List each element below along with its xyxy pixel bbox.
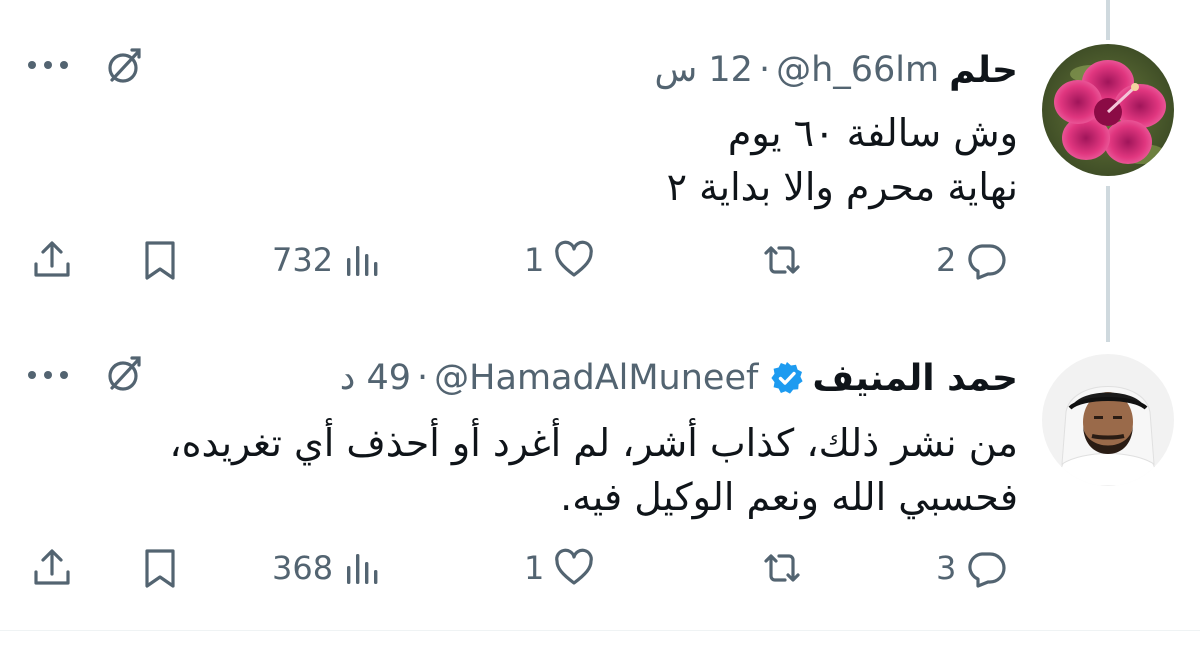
tweet-text-line: من نشر ذلك، كذاب أشر، لم أغرد أو أحذف أي… (169, 421, 1018, 465)
reply-icon (968, 552, 1006, 588)
more-icon[interactable] (28, 368, 76, 382)
bookmark-button[interactable] (138, 538, 182, 598)
tweet[interactable]: حلم @h_66lm · 12 س وش سالفة ٦٠ يوم نهاية… (0, 0, 1200, 320)
tweet-text-line: وش سالفة ٦٠ يوم (727, 111, 1018, 155)
author-name[interactable]: حمد المنيف (812, 358, 1018, 399)
views-count: 732 (272, 241, 334, 279)
views-button[interactable]: 732 (272, 230, 385, 290)
action-bar: 2 1 732 (0, 230, 1200, 290)
tweet-text: من نشر ذلك، كذاب أشر، لم أغرد أو أحذف أي… (38, 416, 1018, 524)
share-button[interactable] (30, 538, 74, 598)
bookmark-icon (145, 549, 175, 588)
tweet-header: حلم @h_66lm · 12 س (655, 42, 1018, 98)
repost-icon (764, 246, 800, 274)
tweet-time[interactable]: 12 س (655, 50, 753, 90)
verified-badge-icon (770, 361, 804, 395)
share-button[interactable] (30, 230, 74, 290)
like-count: 1 (524, 241, 545, 279)
avatar[interactable] (1042, 44, 1174, 176)
tweet-text: وش سالفة ٦٠ يوم نهاية محرم والا بداية ٢ (38, 106, 1018, 214)
reply-count: 2 (936, 241, 957, 279)
like-count: 1 (524, 549, 545, 587)
like-button[interactable]: 1 (524, 538, 596, 598)
separator-dot: · (758, 50, 771, 90)
reply-icon (968, 244, 1006, 280)
share-icon (34, 241, 70, 277)
like-button[interactable]: 1 (524, 230, 596, 290)
grok-icon[interactable] (102, 44, 146, 88)
like-icon (555, 548, 594, 585)
bookmark-button[interactable] (138, 230, 182, 290)
action-bar: 3 1 368 (0, 538, 1200, 598)
views-count: 368 (272, 549, 334, 587)
share-icon (34, 549, 70, 585)
reply-button[interactable]: 3 (936, 538, 1008, 598)
author-name[interactable]: حلم (949, 50, 1018, 91)
like-icon (555, 240, 594, 277)
avatar[interactable] (1042, 354, 1174, 486)
author-handle[interactable]: @h_66lm (776, 50, 939, 90)
tweet-header: حمد المنيف @HamadAlMuneef · 49 د (340, 350, 1018, 406)
repost-button[interactable] (760, 538, 812, 598)
reply-count: 3 (936, 549, 957, 587)
views-icon (347, 554, 378, 584)
tweet-text-line: فحسبي الله ونعم الوكيل فيه. (560, 475, 1018, 519)
more-icon[interactable] (28, 58, 76, 72)
author-handle[interactable]: @HamadAlMuneef (434, 358, 758, 398)
tweet-text-line: نهاية محرم والا بداية ٢ (666, 165, 1018, 209)
repost-icon (764, 554, 800, 582)
divider (0, 630, 1200, 631)
tweet[interactable]: حمد المنيف @HamadAlMuneef · 49 د من نشر … (0, 320, 1200, 630)
grok-icon[interactable] (102, 352, 146, 396)
views-button[interactable]: 368 (272, 538, 385, 598)
tweet-time[interactable]: 49 د (340, 358, 411, 398)
reply-button[interactable]: 2 (936, 230, 1008, 290)
repost-button[interactable] (760, 230, 812, 290)
views-icon (347, 246, 378, 276)
separator-dot: · (417, 358, 429, 398)
bookmark-icon (145, 241, 175, 280)
